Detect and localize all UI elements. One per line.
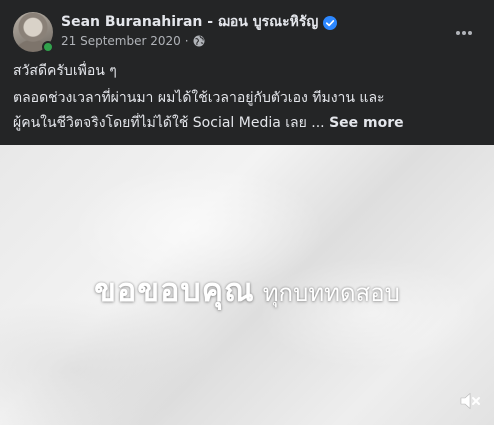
volume-muted-icon [458, 392, 482, 417]
video-overlay-text: ขอขอบคุณ ทุกบททดสอบ [0, 265, 494, 316]
meta-separator: · [184, 34, 189, 48]
more-options-icon [455, 21, 473, 40]
see-more-link[interactable]: See more [329, 115, 404, 131]
post-date[interactable]: 21 September 2020 [61, 34, 181, 48]
post-text-line: ตลอดช่วงเวลาที่ผ่านมา ผมได้ใช้เวลาอยู่กั… [13, 90, 385, 106]
video-overlay-subtitle: ทุกบททดสอบ [262, 279, 400, 307]
globe-icon[interactable] [193, 35, 205, 47]
avatar-container[interactable] [13, 12, 54, 53]
online-status-icon [42, 41, 54, 53]
post-meta: 21 September 2020 · [61, 33, 205, 49]
post-header: Sean Buranahiran - ฌอน บูรณะหิรัญ 21 Sep… [0, 0, 494, 56]
post-text-truncated: ผู้คนในชีวิตจริงโดยที่ไม่ได้ใช้ Social M… [13, 115, 325, 131]
author-name[interactable]: Sean Buranahiran - ฌอน บูรณะหิรัญ [61, 11, 318, 33]
post-text-line: สวัสดีครับเพื่อน ๆ [13, 63, 117, 79]
author-row: Sean Buranahiran - ฌอน บูรณะหิรัญ [61, 11, 338, 33]
more-options-button[interactable] [450, 16, 478, 44]
video-overlay-title: ขอขอบคุณ [94, 271, 255, 309]
post-text-line: ผู้คนในชีวิตจริงโดยที่ไม่ได้ใช้ Social M… [13, 113, 483, 133]
video-player[interactable]: ขอขอบคุณ ทุกบททดสอบ [0, 145, 494, 425]
mute-button[interactable] [458, 389, 482, 413]
verified-badge-icon [323, 15, 338, 30]
